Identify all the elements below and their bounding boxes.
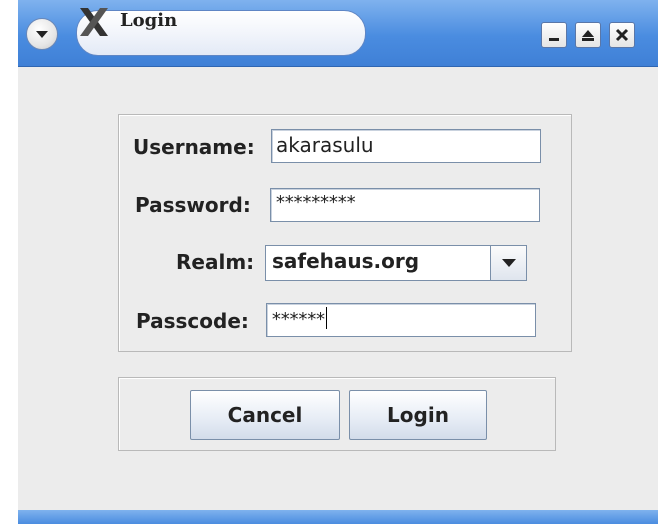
chevron-down-icon (36, 31, 48, 38)
minimize-icon (549, 38, 559, 41)
password-field[interactable]: ********* (270, 188, 540, 222)
realm-label: Realm: (176, 250, 255, 274)
text-caret (326, 307, 328, 329)
window-menu-button[interactable] (26, 18, 58, 50)
realm-dropdown-button[interactable] (490, 246, 526, 280)
realm-select[interactable]: safehaus.org (265, 245, 527, 281)
window-title: Login (120, 10, 178, 31)
realm-value: safehaus.org (272, 249, 420, 273)
title-bar[interactable]: Login (18, 0, 658, 67)
maximize-icon (582, 30, 594, 41)
login-button[interactable]: Login (349, 390, 487, 440)
passcode-field[interactable]: ****** (266, 303, 536, 337)
cancel-button[interactable]: Cancel (190, 390, 340, 440)
close-icon (615, 28, 629, 42)
x-logo-icon (80, 8, 108, 36)
chevron-down-icon (501, 259, 516, 267)
password-value: ********* (275, 192, 357, 213)
password-label: Password: (135, 193, 251, 217)
login-window: Login Username: akarasulu Password: ****… (18, 0, 658, 524)
window-bottom-border (18, 510, 658, 524)
maximize-button[interactable] (575, 22, 601, 48)
username-label: Username: (133, 135, 255, 159)
username-value: akarasulu (276, 133, 374, 157)
minimize-button[interactable] (541, 22, 567, 48)
username-field[interactable]: akarasulu (271, 129, 541, 163)
close-button[interactable] (609, 22, 635, 48)
passcode-value: ****** (271, 309, 326, 330)
passcode-label: Passcode: (136, 309, 249, 333)
